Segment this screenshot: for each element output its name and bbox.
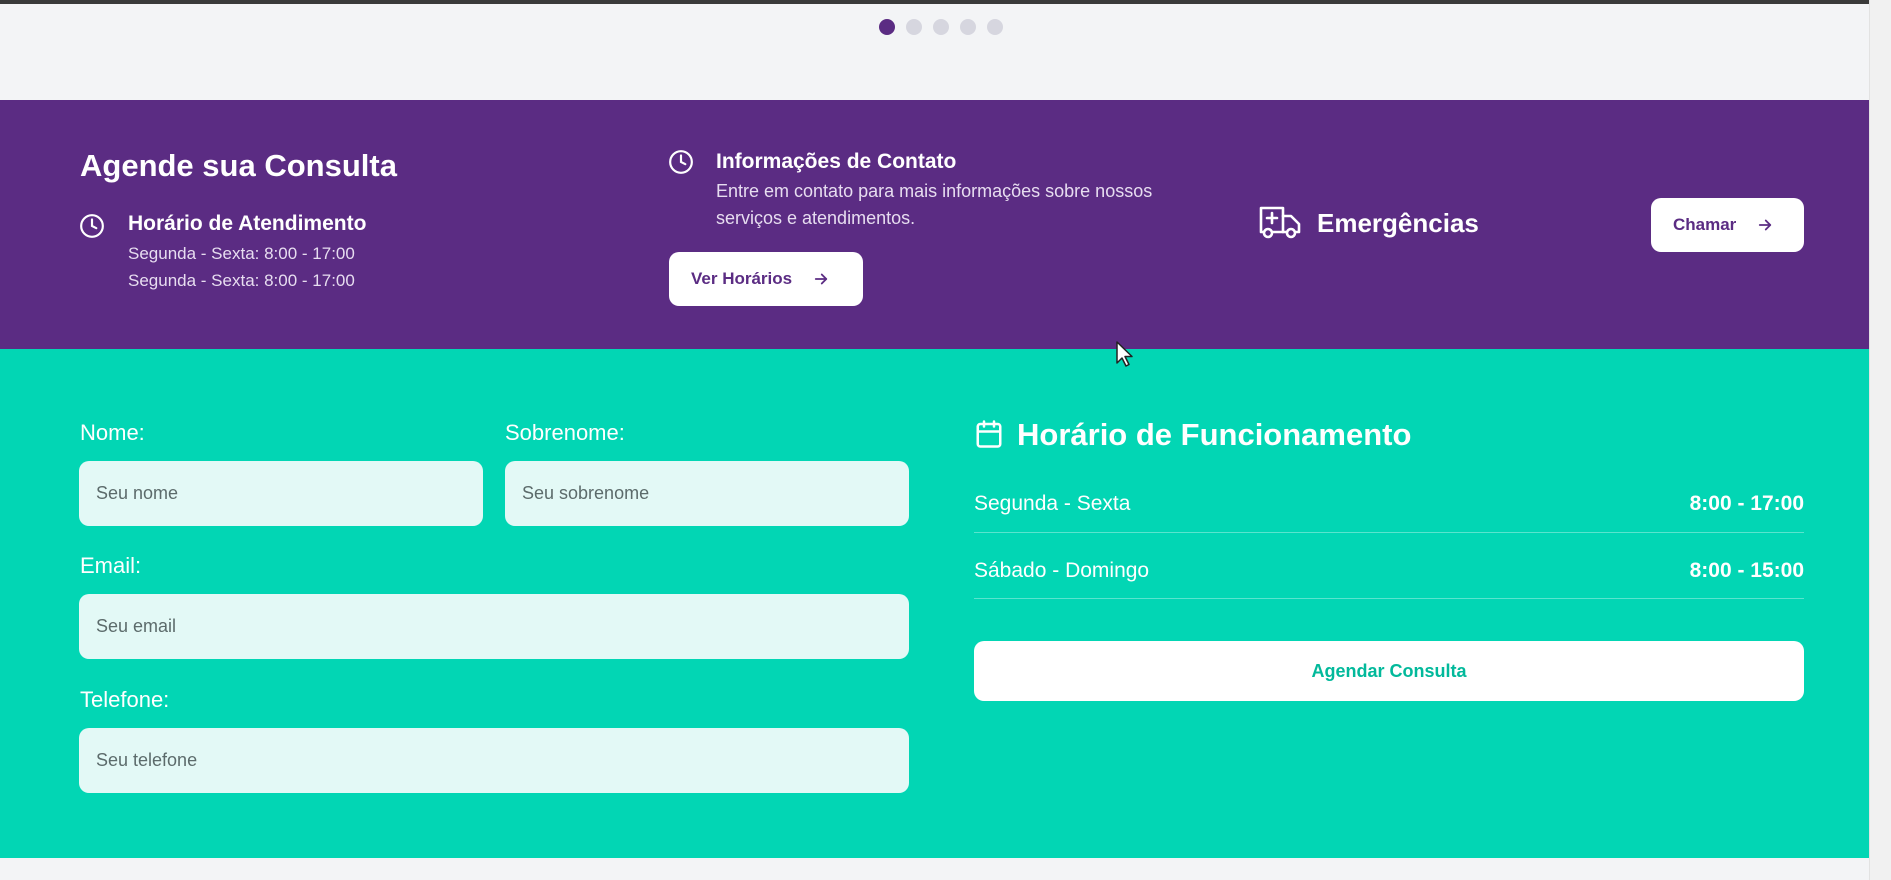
divider [974, 598, 1804, 599]
hours-row-time: 8:00 - 17:00 [1689, 492, 1804, 515]
emergency-label: Emergências [1317, 208, 1479, 238]
arrow-right-icon [812, 270, 830, 288]
service-hours-line: Segunda - Sexta: 8:00 - 17:00 [128, 271, 355, 290]
ambulance-icon [1258, 204, 1302, 240]
clock-icon [668, 149, 694, 175]
phone-input[interactable] [79, 728, 909, 793]
arrow-right-icon [1756, 216, 1774, 234]
service-hours-line: Segunda - Sexta: 8:00 - 17:00 [128, 244, 355, 263]
carousel-dot-1[interactable] [879, 19, 895, 35]
scrollbar[interactable] [1869, 0, 1891, 880]
top-edge [0, 0, 1891, 4]
carousel-dot-4[interactable] [960, 19, 976, 35]
appointment-title: Agende sua Consulta [80, 148, 397, 183]
booking-section: Nome: Sobrenome: Email: Telefone: Horári… [0, 349, 1869, 858]
last-name-label: Sobrenome: [505, 420, 625, 445]
carousel-dots [879, 19, 1003, 35]
first-name-input[interactable] [79, 461, 483, 526]
calendar-icon [974, 419, 1004, 449]
mouse-cursor-icon [1115, 340, 1135, 368]
view-hours-button-label: Ver Horários [691, 269, 793, 288]
hours-row-days: Segunda - Sexta [974, 492, 1131, 515]
carousel-dot-5[interactable] [987, 19, 1003, 35]
contact-heading: Informações de Contato [716, 150, 957, 173]
clock-icon [79, 213, 105, 239]
appointment-banner: Agende sua Consulta Horário de Atendimen… [0, 100, 1869, 349]
email-label: Email: [80, 553, 142, 578]
hours-row-time: 8:00 - 15:00 [1689, 559, 1804, 582]
opening-hours-title: Horário de Funcionamento [1017, 417, 1412, 452]
first-name-label: Nome: [80, 420, 145, 445]
call-button[interactable]: Chamar [1651, 198, 1804, 252]
view-hours-button[interactable]: Ver Horários [669, 252, 863, 306]
call-button-label: Chamar [1673, 215, 1737, 234]
schedule-appointment-button[interactable]: Agendar Consulta [974, 641, 1804, 701]
hours-row-days: Sábado - Domingo [974, 559, 1150, 582]
email-input[interactable] [79, 594, 909, 659]
service-hours-heading: Horário de Atendimento [128, 212, 367, 235]
carousel-dot-2[interactable] [906, 19, 922, 35]
contact-description: Entre em contato para mais informações s… [716, 181, 1153, 228]
last-name-input[interactable] [505, 461, 909, 526]
phone-label: Telefone: [80, 687, 170, 712]
divider [974, 532, 1804, 533]
carousel-dot-3[interactable] [933, 19, 949, 35]
